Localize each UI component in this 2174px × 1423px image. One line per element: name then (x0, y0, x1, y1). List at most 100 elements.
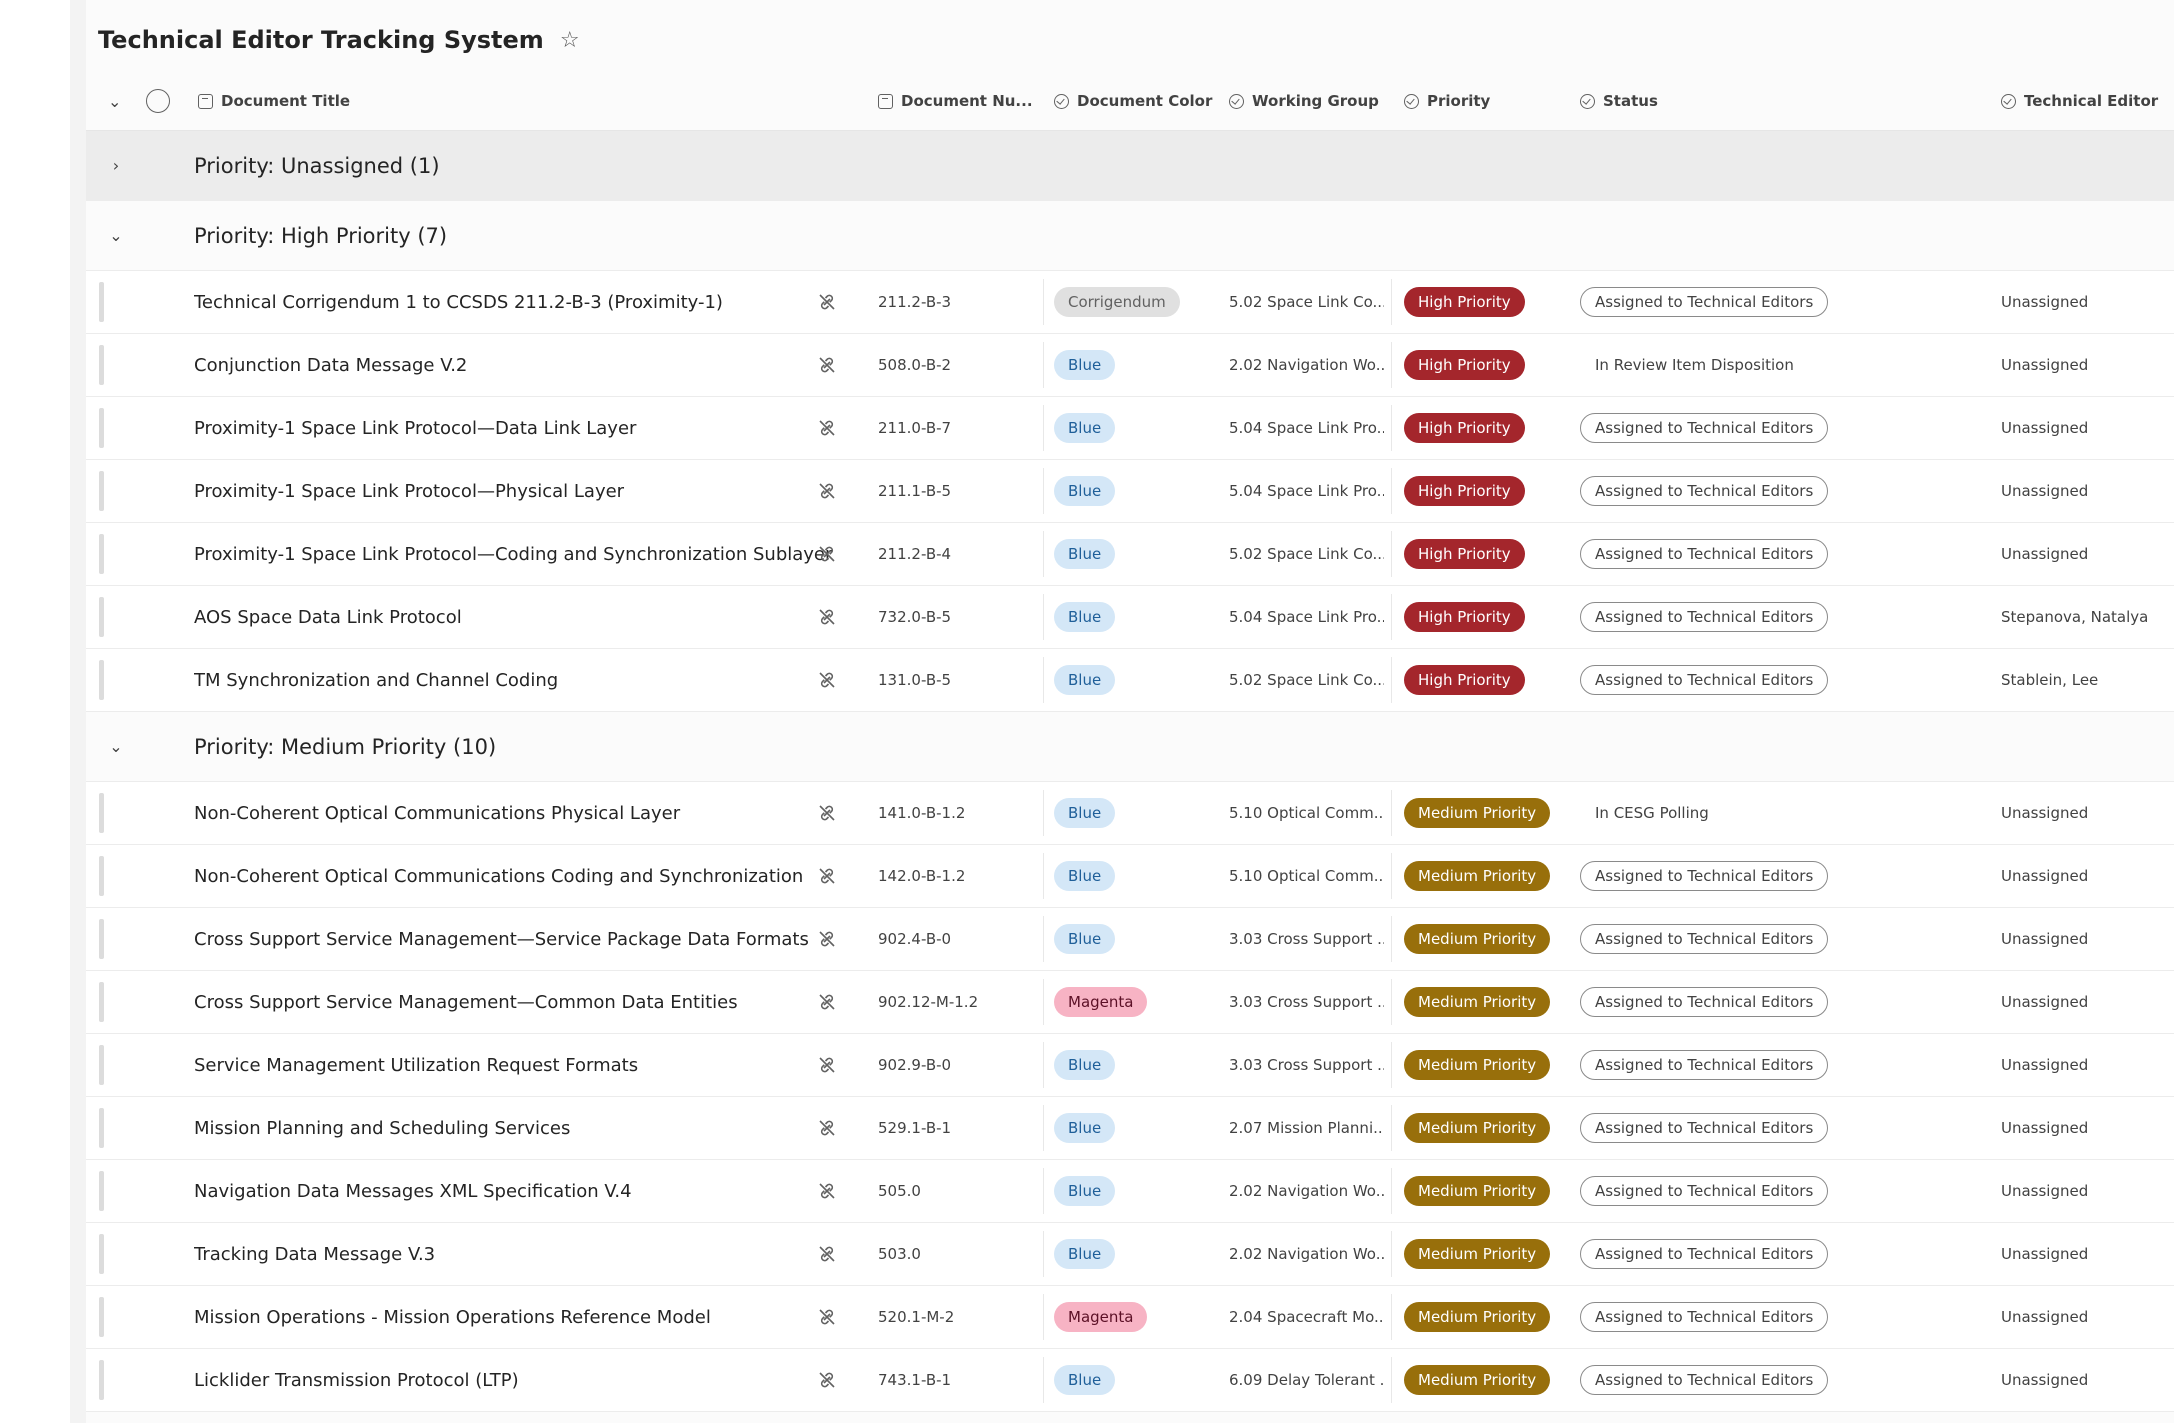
row-handle[interactable] (99, 597, 104, 637)
table-row[interactable]: Navigation Data Messages XML Specificati… (86, 1160, 2174, 1223)
row-handle[interactable] (99, 982, 104, 1022)
unlink-icon[interactable] (812, 586, 842, 648)
table-row[interactable]: Mission Planning and Scheduling Services… (86, 1097, 2174, 1160)
document-title-cell[interactable]: Tracking Data Message V.3 (194, 1223, 894, 1285)
table-row[interactable]: Conjunction Data Message V.2 508.0-B-2 B… (86, 334, 2174, 397)
unlink-icon[interactable] (812, 782, 842, 844)
column-header-technical-editor[interactable]: Technical Editor (2001, 72, 2158, 130)
column-header-document-color[interactable]: Document Color (1054, 72, 1212, 130)
row-handle[interactable] (99, 919, 104, 959)
working-group-cell: 3.03 Cross Support ... (1229, 993, 1384, 1011)
table-row[interactable]: Cross Support Service Management—Service… (86, 908, 2174, 971)
document-title-cell[interactable]: Service Management Utilization Request F… (194, 1034, 894, 1096)
document-title-cell[interactable]: TM Synchronization and Channel Coding (194, 649, 894, 711)
row-handle[interactable] (99, 793, 104, 833)
unlink-icon[interactable] (812, 523, 842, 585)
document-color-cell: Blue (1054, 523, 1204, 585)
status-cell: Assigned to Technical Editors (1580, 271, 1900, 333)
document-title-cell[interactable]: Technical Corrigendum 1 to CCSDS 211.2-B… (194, 271, 894, 333)
table-row[interactable]: Mission Operations - Mission Operations … (86, 1286, 2174, 1349)
row-handle[interactable] (99, 345, 104, 385)
document-title-cell[interactable]: Licklider Transmission Protocol (LTP) (194, 1349, 894, 1411)
row-handle[interactable] (99, 1297, 104, 1337)
table-row[interactable]: Non-Coherent Optical Communications Phys… (86, 782, 2174, 845)
collapse-all-chevron-down-icon[interactable]: ⌄ (108, 72, 121, 130)
table-row[interactable]: Service Management Utilization Request F… (86, 1034, 2174, 1097)
column-header-status[interactable]: Status (1580, 72, 1658, 130)
column-header-priority[interactable]: Priority (1404, 72, 1490, 130)
row-handle[interactable] (99, 1360, 104, 1400)
row-handle[interactable] (99, 856, 104, 896)
priority-badge: High Priority (1404, 413, 1525, 443)
document-title-cell[interactable]: Non-Coherent Optical Communications Codi… (194, 845, 894, 907)
column-header-document-title[interactable]: Document Title (198, 72, 350, 130)
favorite-star-icon[interactable]: ☆ (560, 28, 580, 53)
document-title-cell[interactable]: Proximity-1 Space Link Protocol—Data Lin… (194, 397, 894, 459)
unlink-icon[interactable] (812, 334, 842, 396)
row-handle[interactable] (99, 1171, 104, 1211)
unlink-icon[interactable] (812, 1349, 842, 1411)
group-header[interactable]: › Priority: Unassigned (1) (86, 131, 2174, 201)
unlink-icon[interactable] (812, 1223, 842, 1285)
document-number-cell: 211.2-B-3 (878, 293, 952, 311)
document-number-cell: 520.1-M-2 (878, 1308, 955, 1326)
unlink-icon[interactable] (812, 971, 842, 1033)
document-number-cell: 505.0 (878, 1182, 921, 1200)
document-title-cell[interactable]: Cross Support Service Management—Common … (194, 971, 894, 1033)
status-cell: Assigned to Technical Editors (1580, 1097, 1900, 1159)
table-row[interactable]: TM Synchronization and Channel Coding 13… (86, 649, 2174, 712)
technical-editor-cell: Unassigned (2001, 1245, 2089, 1263)
expand-chevron-right-icon[interactable]: › (104, 131, 128, 200)
row-handle[interactable] (99, 471, 104, 511)
unlink-icon[interactable] (812, 649, 842, 711)
document-title-cell[interactable]: Non-Coherent Optical Communications Phys… (194, 782, 894, 844)
collapse-chevron-down-icon[interactable]: ⌄ (104, 712, 128, 781)
table-row[interactable]: Licklider Transmission Protocol (LTP) 74… (86, 1349, 2174, 1412)
unlink-icon[interactable] (812, 397, 842, 459)
unlink-icon[interactable] (812, 1097, 842, 1159)
unlink-icon[interactable] (812, 908, 842, 970)
select-all-checkbox[interactable] (146, 89, 170, 113)
collapse-chevron-down-icon[interactable]: ⌄ (104, 201, 128, 270)
group-label: Priority: High Priority (7) (194, 223, 448, 248)
document-title-cell[interactable]: Proximity-1 Space Link Protocol—Physical… (194, 460, 894, 522)
row-handle[interactable] (99, 1045, 104, 1085)
document-title-cell[interactable]: Navigation Data Messages XML Specificati… (194, 1160, 894, 1222)
document-title-cell[interactable]: Mission Operations - Mission Operations … (194, 1286, 894, 1348)
unlink-icon[interactable] (812, 271, 842, 333)
group-header[interactable]: ⌄ Priority: Medium Priority (10) (86, 712, 2174, 782)
document-title-cell[interactable]: Conjunction Data Message V.2 (194, 334, 894, 396)
table-row[interactable]: Technical Corrigendum 1 to CCSDS 211.2-B… (86, 271, 2174, 334)
table-row[interactable]: Tracking Data Message V.3 503.0 Blue 2.0… (86, 1223, 2174, 1286)
table-row[interactable]: Proximity-1 Space Link Protocol—Coding a… (86, 523, 2174, 586)
unlink-icon[interactable] (812, 1286, 842, 1348)
row-handle[interactable] (99, 1108, 104, 1148)
document-title-cell[interactable]: Cross Support Service Management—Service… (194, 908, 894, 970)
status-badge: Assigned to Technical Editors (1580, 1113, 1829, 1143)
color-tag: Blue (1054, 413, 1116, 443)
table-row[interactable]: Cross Support Service Management—Common … (86, 971, 2174, 1034)
row-handle[interactable] (99, 534, 104, 574)
row-handle[interactable] (99, 660, 104, 700)
document-title-cell[interactable]: Mission Planning and Scheduling Services (194, 1097, 894, 1159)
row-handle[interactable] (99, 1234, 104, 1274)
table-row[interactable]: Proximity-1 Space Link Protocol—Data Lin… (86, 397, 2174, 460)
unlink-icon[interactable] (812, 845, 842, 907)
unlink-icon[interactable] (812, 460, 842, 522)
row-handle[interactable] (99, 408, 104, 448)
unlink-icon[interactable] (812, 1160, 842, 1222)
column-divider (1043, 790, 1044, 836)
document-title-cell[interactable]: AOS Space Data Link Protocol (194, 586, 894, 648)
table-row[interactable]: Non-Coherent Optical Communications Codi… (86, 845, 2174, 908)
column-header-document-number[interactable]: Document Nu... (878, 72, 1033, 130)
group-header[interactable]: ⌄ Priority: High Priority (7) (86, 201, 2174, 271)
table-row[interactable]: Proximity-1 Space Link Protocol—Physical… (86, 460, 2174, 523)
column-header-working-group[interactable]: Working Group (1229, 72, 1379, 130)
row-handle[interactable] (99, 282, 104, 322)
table-row[interactable]: AOS Space Data Link Protocol 732.0-B-5 B… (86, 586, 2174, 649)
unlink-icon[interactable] (812, 1034, 842, 1096)
document-title-cell[interactable]: Proximity-1 Space Link Protocol—Coding a… (194, 523, 894, 585)
status-cell: In Review Item Disposition (1580, 334, 1900, 396)
column-divider (1391, 279, 1392, 325)
column-divider (1391, 790, 1392, 836)
